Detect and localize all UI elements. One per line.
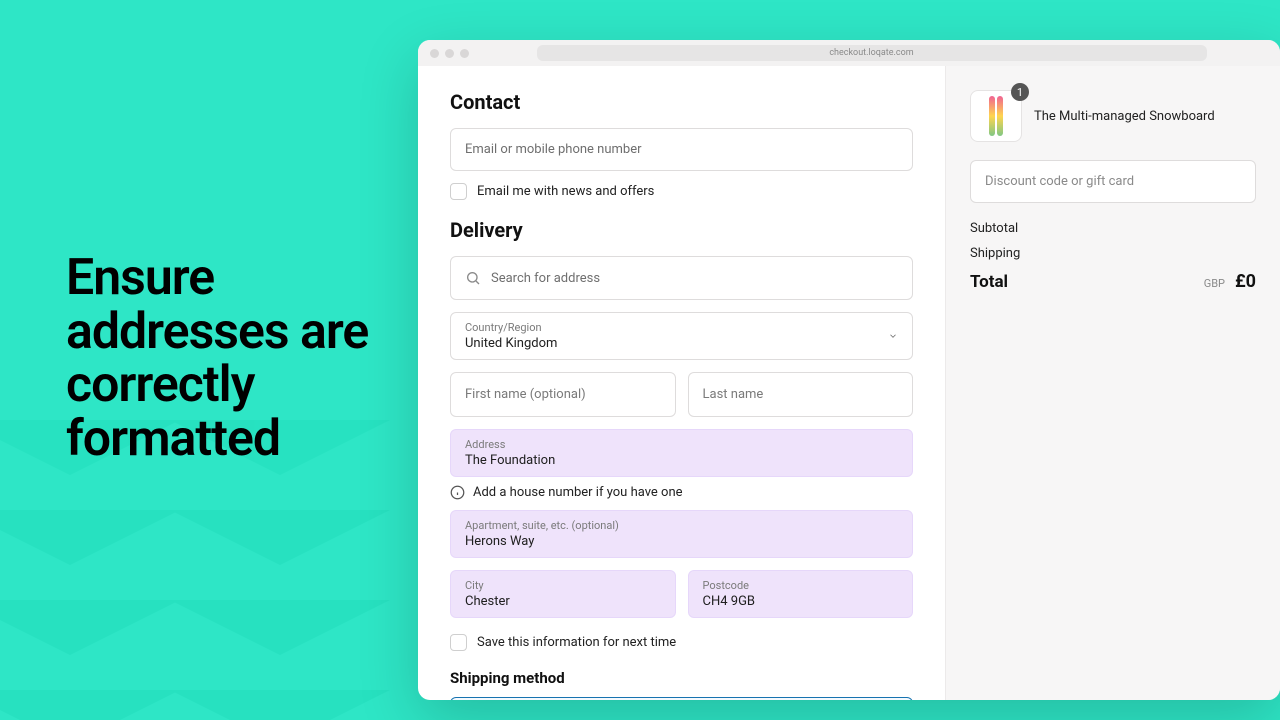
browser-window: checkout.loqate.com Contact Email or mob… xyxy=(418,40,1280,700)
address-search-field[interactable]: Search for address xyxy=(450,256,913,300)
last-name-placeholder: Last name xyxy=(703,381,899,408)
country-label: Country/Region xyxy=(465,321,898,334)
address-label: Address xyxy=(465,438,898,451)
address-search-placeholder: Search for address xyxy=(491,271,600,286)
apartment-label: Apartment, suite, etc. (optional) xyxy=(465,519,898,532)
email-field[interactable]: Email or mobile phone number xyxy=(450,128,913,171)
subtotal-row: Subtotal xyxy=(970,221,1256,236)
news-offers-row[interactable]: Email me with news and offers xyxy=(450,183,913,200)
minimize-icon[interactable] xyxy=(445,49,454,58)
chevron-down-icon xyxy=(888,331,898,341)
save-info-checkbox[interactable] xyxy=(450,634,467,651)
shipping-option-standard[interactable]: Standard Free xyxy=(450,697,913,700)
apartment-field[interactable]: Apartment, suite, etc. (optional) Herons… xyxy=(450,510,913,558)
shipping-row: Shipping xyxy=(970,246,1256,261)
postcode-field[interactable]: Postcode CH4 9GB xyxy=(688,570,914,618)
order-summary: 1 The Multi-managed Snowboard Discount c… xyxy=(946,66,1280,700)
country-value: United Kingdom xyxy=(465,336,898,351)
product-thumbnail: 1 xyxy=(970,90,1022,142)
cart-item: 1 The Multi-managed Snowboard xyxy=(970,90,1256,142)
shipping-label: Shipping xyxy=(970,246,1020,261)
first-name-field[interactable]: First name (optional) xyxy=(450,372,676,417)
city-field[interactable]: City Chester xyxy=(450,570,676,618)
email-placeholder: Email or mobile phone number xyxy=(465,142,642,157)
last-name-field[interactable]: Last name xyxy=(688,372,914,417)
postcode-label: Postcode xyxy=(703,579,899,592)
country-select[interactable]: Country/Region United Kingdom xyxy=(450,312,913,360)
discount-placeholder: Discount code or gift card xyxy=(985,174,1134,189)
address-value: The Foundation xyxy=(465,453,898,468)
close-icon[interactable] xyxy=(430,49,439,58)
city-label: City xyxy=(465,579,661,592)
search-icon xyxy=(465,270,481,286)
item-qty-badge: 1 xyxy=(1011,83,1029,101)
address-hint: Add a house number if you have one xyxy=(450,485,913,500)
product-name: The Multi-managed Snowboard xyxy=(1034,109,1215,124)
contact-heading: Contact xyxy=(450,90,913,114)
news-offers-label: Email me with news and offers xyxy=(477,184,654,199)
postcode-value: CH4 9GB xyxy=(703,594,899,609)
save-info-label: Save this information for next time xyxy=(477,635,676,650)
apartment-value: Herons Way xyxy=(465,534,898,549)
first-name-placeholder: First name (optional) xyxy=(465,381,661,408)
address-field[interactable]: Address The Foundation xyxy=(450,429,913,477)
save-info-row[interactable]: Save this information for next time xyxy=(450,634,913,651)
window-titlebar: checkout.loqate.com xyxy=(418,40,1280,66)
currency-code: GBP xyxy=(1204,277,1225,290)
url-text: checkout.loqate.com xyxy=(829,48,913,58)
total-label: Total xyxy=(970,272,1008,292)
total-row: Total GBP £0 xyxy=(970,271,1256,292)
checkout-main: Contact Email or mobile phone number Ema… xyxy=(418,66,946,700)
maximize-icon[interactable] xyxy=(460,49,469,58)
headline: Ensure addresses are correctly formatted xyxy=(66,252,396,466)
address-hint-text: Add a house number if you have one xyxy=(473,485,683,500)
news-offers-checkbox[interactable] xyxy=(450,183,467,200)
delivery-heading: Delivery xyxy=(450,218,913,242)
total-amount: £0 xyxy=(1235,271,1256,292)
city-value: Chester xyxy=(465,594,661,609)
shipping-heading: Shipping method xyxy=(450,669,913,687)
address-bar[interactable]: checkout.loqate.com xyxy=(537,45,1207,61)
info-icon xyxy=(450,485,465,500)
subtotal-label: Subtotal xyxy=(970,221,1018,236)
discount-field[interactable]: Discount code or gift card xyxy=(970,160,1256,203)
